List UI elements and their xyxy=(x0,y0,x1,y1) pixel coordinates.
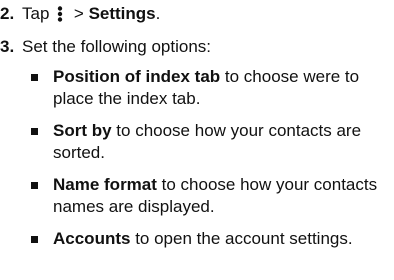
option-term: Name format xyxy=(53,175,157,194)
step-3-text: Set the following options: xyxy=(22,37,212,56)
option-item-accounts: Accounts to open the account settings. xyxy=(53,228,388,250)
option-item-name-format: Name format to choose how your contacts … xyxy=(53,174,388,218)
step-period: . xyxy=(155,4,161,23)
more-options-icon xyxy=(55,4,67,24)
bullet-icon xyxy=(31,128,38,135)
option-term: Sort by xyxy=(53,121,112,140)
option-term: Position of index tab xyxy=(53,67,221,86)
step-number: 2. xyxy=(0,4,15,23)
settings-label: Settings xyxy=(88,4,156,23)
bullet-icon xyxy=(31,236,38,243)
option-item-position: Position of index tab to choose were to … xyxy=(53,66,388,110)
step-2: 2. Tap > Settings. xyxy=(0,4,160,24)
instruction-page: 2. Tap > Settings. 3. Set the following op… xyxy=(0,0,394,280)
step-text-tap: Tap xyxy=(22,4,50,23)
option-item-sort: Sort by to choose how your contacts are … xyxy=(53,120,388,164)
step-separator: > xyxy=(73,4,84,23)
step-number: 3. xyxy=(0,37,15,56)
step-3: 3. Set the following options: xyxy=(0,37,211,57)
option-term: Accounts xyxy=(53,229,131,248)
bullet-icon xyxy=(31,182,38,189)
bullet-icon xyxy=(31,74,38,81)
option-description: to open the account settings. xyxy=(135,229,353,248)
